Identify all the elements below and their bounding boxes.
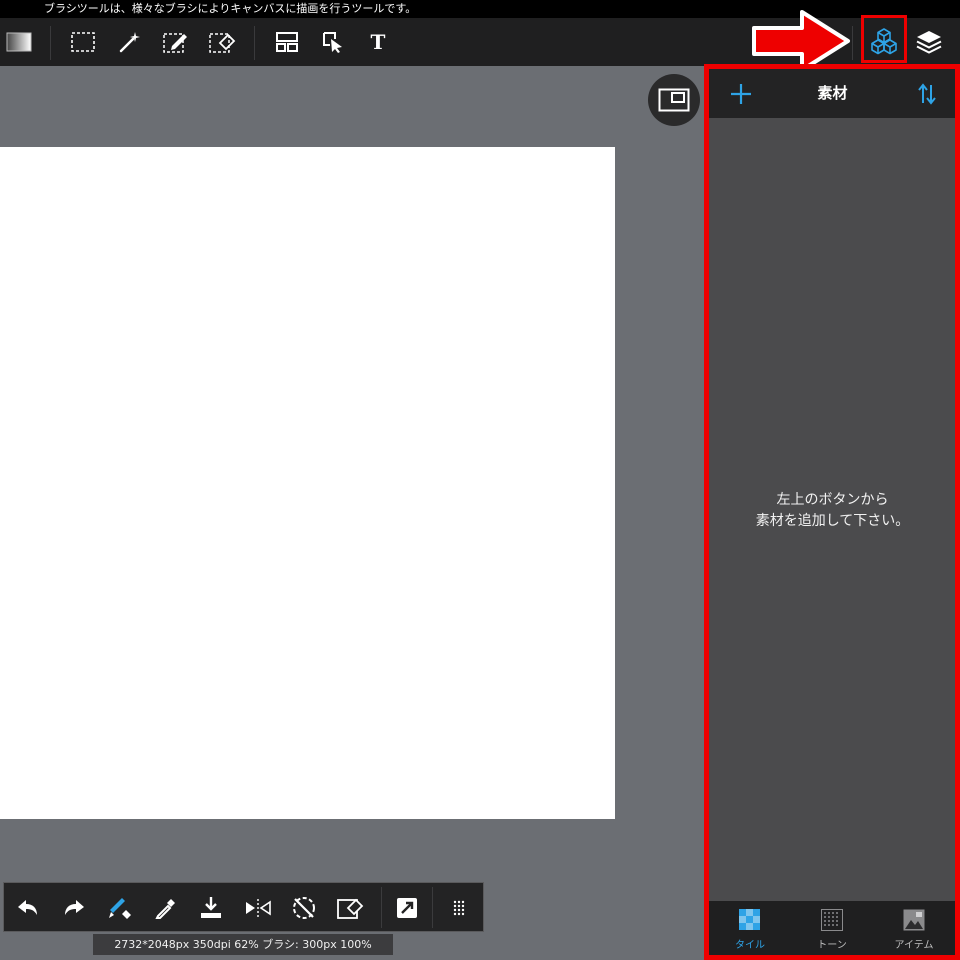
bottom-toolbar-divider — [432, 887, 433, 928]
rotate-reset-icon — [293, 897, 315, 919]
more-grid-icon — [453, 900, 465, 916]
snap-button[interactable] — [391, 892, 423, 924]
import-button[interactable] — [195, 892, 227, 924]
select-eraser-button[interactable] — [205, 26, 239, 58]
color-gradient-button[interactable] — [2, 26, 36, 58]
undo-button[interactable] — [12, 892, 44, 924]
magic-wand-icon — [119, 32, 140, 53]
eyedropper-button[interactable] — [150, 892, 182, 924]
toolbar-divider — [254, 26, 255, 60]
more-button[interactable] — [443, 892, 475, 924]
rect-select-icon — [71, 32, 95, 52]
operation-tool-button[interactable] — [316, 26, 350, 58]
flip-horizontal-icon — [246, 899, 271, 917]
layers-icon — [916, 31, 942, 54]
brush-eraser-switch-icon — [109, 898, 131, 919]
frame-divider-icon — [276, 32, 298, 52]
clear-selection-icon — [337, 898, 364, 919]
import-icon — [201, 897, 221, 918]
color-gradient-icon — [6, 32, 32, 52]
rotate-reset-button[interactable] — [288, 892, 320, 924]
toolbar-divider — [50, 26, 51, 60]
layers-button[interactable] — [912, 26, 946, 58]
bottom-toolbar-divider — [381, 887, 382, 928]
snap-icon — [397, 898, 417, 918]
flip-horizontal-button[interactable] — [242, 892, 274, 924]
material-icon-highlight — [861, 15, 907, 63]
canvas-status-text: 2732*2048px 350dpi 62% ブラシ: 300px 100% — [114, 938, 372, 951]
eyedropper-icon — [155, 899, 175, 919]
brush-eraser-switch-button[interactable] — [104, 892, 136, 924]
tool-hint-text: ブラシツールは、様々なブラシによりキャンバスに描画を行うツールです。 — [44, 2, 417, 15]
canvas-paper[interactable] — [0, 147, 615, 819]
material-panel-highlight — [704, 64, 960, 960]
text-tool-icon: T — [370, 30, 386, 54]
select-pen-button[interactable] — [159, 26, 193, 58]
undo-icon — [18, 900, 37, 915]
window-view-icon — [658, 88, 690, 112]
clear-selection-button[interactable] — [334, 892, 366, 924]
app-window: ブラシツールは、様々なブラシによりキャンバスに描画を行うツールです。 T 素材 … — [0, 0, 960, 960]
bottom-toolbar — [3, 882, 484, 932]
select-eraser-icon — [209, 33, 236, 53]
view-toggle-button[interactable] — [648, 74, 700, 126]
redo-button[interactable] — [58, 892, 90, 924]
select-pen-icon — [163, 33, 187, 53]
frame-divider-button[interactable] — [270, 26, 304, 58]
text-tool-button[interactable]: T — [361, 26, 395, 58]
magic-wand-button[interactable] — [113, 26, 147, 58]
operation-tool-icon — [323, 32, 342, 53]
rect-select-button[interactable] — [66, 26, 100, 58]
redo-icon — [65, 900, 84, 915]
canvas-status-bar: 2732*2048px 350dpi 62% ブラシ: 300px 100% — [93, 934, 393, 955]
